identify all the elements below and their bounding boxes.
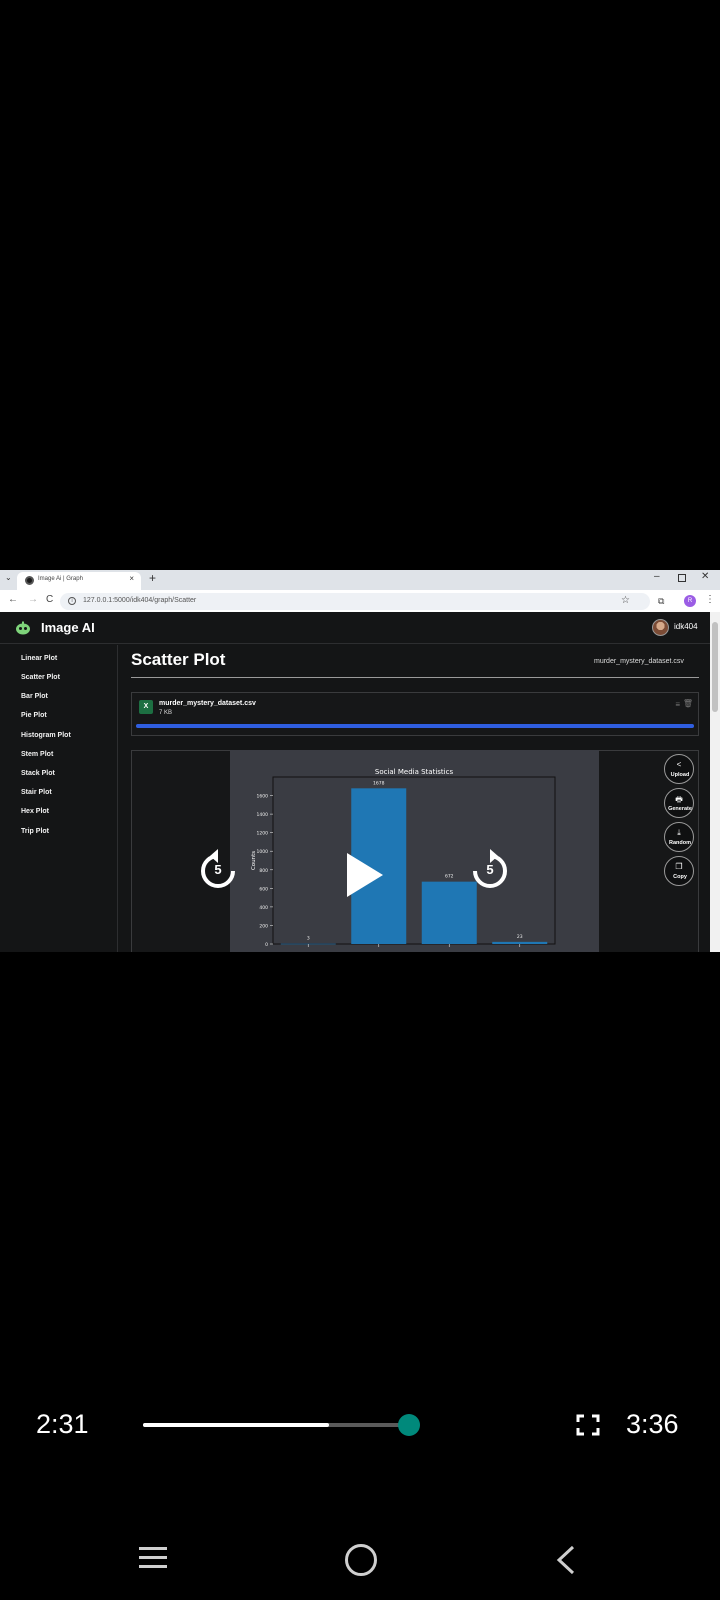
profile-avatar[interactable]: R [684,595,696,607]
page-title: Scatter Plot [131,650,226,669]
sidebar-item-stair-plot[interactable]: Stair Plot [21,789,52,796]
tab-title: Image Ai | Graph [38,576,83,582]
sidebar-item-stem-plot[interactable]: Stem Plot [21,751,53,758]
rewind-5-button[interactable]: 5 [195,848,241,894]
y-tick-label: 1200 [257,831,269,837]
url-text[interactable]: 127.0.0.1:5000/idk404/graph/Scatter [83,597,196,604]
y-tick-label: 1000 [257,849,269,855]
bookmark-star-icon[interactable]: ☆ [621,595,630,606]
file-card[interactable]: X murder_mystery_dataset.csv 7 KB ≡ 🗑 [131,692,699,736]
excel-file-icon: X [139,700,153,714]
reload-icon[interactable]: C [46,594,53,605]
tab-search-chevron-icon[interactable]: ⌄ [5,573,12,582]
seek-thumb[interactable] [398,1414,420,1436]
sidebar-item-linear-plot[interactable]: Linear Plot [21,655,57,662]
new-tab-button[interactable]: + [149,571,156,585]
back-icon[interactable] [553,1544,579,1576]
seek-bar-fill [143,1423,329,1427]
file-menu-icon[interactable]: ≡ [675,700,680,709]
browser-tab-strip: ⌄ Image Ai | Graph × + – ✕ [0,570,720,590]
y-tick-label: 600 [259,886,268,892]
sidebar-item-trip-plot[interactable]: Trip Plot [21,828,49,835]
upload-progress-bar [136,724,694,728]
app-name[interactable]: Image AI [41,620,95,635]
y-tick-label: 1400 [257,812,269,818]
title-divider [131,677,699,678]
y-tick-label: 0 [265,942,268,948]
sidebar: Linear Plot Scatter Plot Bar Plot Pie Pl… [0,645,118,952]
upload-label: Upload [670,772,690,778]
y-tick-label: 200 [259,923,268,929]
sidebar-item-scatter-plot[interactable]: Scatter Plot [21,674,60,681]
bar [492,941,548,944]
robot-logo-icon [16,621,30,635]
y-tick-label: 1600 [257,794,269,800]
play-icon[interactable] [345,852,385,898]
extensions-icon[interactable]: ⧉ [658,596,664,607]
upload-button[interactable]: < Upload [664,754,694,784]
dataset-name: murder_mystery_dataset.csv [594,658,684,665]
sidebar-item-stack-plot[interactable]: Stack Plot [21,770,55,777]
y-tick-label: 400 [259,905,268,911]
copy-button[interactable]: ❐ Copy [664,856,694,886]
bar-value-label: 1678 [373,780,385,786]
window-close-icon[interactable]: ✕ [701,571,709,582]
browser-tab[interactable]: Image Ai | Graph × [17,572,141,590]
site-info-icon[interactable]: i [68,597,76,605]
browser-menu-icon[interactable]: ⋮ [705,594,715,605]
seek-bar[interactable] [143,1423,409,1427]
file-name: murder_mystery_dataset.csv [159,700,256,707]
generate-label: Generate [668,806,692,812]
browser-toolbar: ← → C i 127.0.0.1:5000/idk404/graph/Scat… [0,590,720,612]
generate-button[interactable]: 🖶 Generate [664,788,694,818]
random-button[interactable]: ⤓ Random [664,822,694,852]
chart-title: Social Media Statistics [375,768,454,776]
copy-label: Copy [673,874,687,880]
app-header: Image AI idk404 [0,612,710,644]
back-arrow-icon[interactable]: ← [8,594,18,605]
random-label: Random [669,840,691,846]
fullscreen-icon[interactable] [576,1414,600,1436]
forward-5-button[interactable]: 5 [467,848,513,894]
rewind-seconds: 5 [214,862,222,877]
sidebar-item-pie-plot[interactable]: Pie Plot [21,712,47,719]
maximize-icon[interactable] [678,574,686,582]
forward-seconds: 5 [486,862,494,877]
y-tick-label: 800 [259,868,268,874]
upload-progress-fill [136,724,694,728]
copy-icon: ❐ [675,862,683,871]
minimize-icon[interactable]: – [654,571,660,582]
video-frame[interactable]: ⌄ Image Ai | Graph × + – ✕ ← → C i 127.0… [0,570,720,952]
user-avatar[interactable] [652,619,669,636]
chart-area: Social Media Statistics Counts 0 200 400 600 8… [230,750,599,952]
bar-value-label: 672 [445,874,454,880]
bar-chart: Social Media StatisticsCounts02004006008… [251,768,556,948]
sidebar-item-bar-plot[interactable]: Bar Plot [21,693,48,700]
download-icon: ⤓ [677,828,681,837]
sidebar-item-histogram-plot[interactable]: Histogram Plot [21,732,71,739]
bar-value-label: 23 [517,934,523,940]
favicon-icon [25,576,34,585]
tab-close-icon[interactable]: × [129,574,134,583]
forward-arrow-icon[interactable]: → [28,594,38,605]
current-time: 2:31 [36,1409,89,1439]
file-size: 7 KB [159,710,173,716]
recents-icon[interactable] [137,1544,169,1572]
bar-value-label: 3 [307,936,310,942]
trash-icon[interactable]: 🗑 [683,699,693,708]
home-icon[interactable] [345,1544,377,1576]
sidebar-item-hex-plot[interactable]: Hex Plot [21,808,49,815]
page-scrollbar-thumb[interactable] [712,622,718,712]
address-bar[interactable]: i 127.0.0.1:5000/idk404/graph/Scatter ☆ [60,593,650,610]
share-icon: < [676,760,682,769]
total-time: 3:36 [626,1409,679,1439]
user-name[interactable]: idk404 [674,622,698,631]
